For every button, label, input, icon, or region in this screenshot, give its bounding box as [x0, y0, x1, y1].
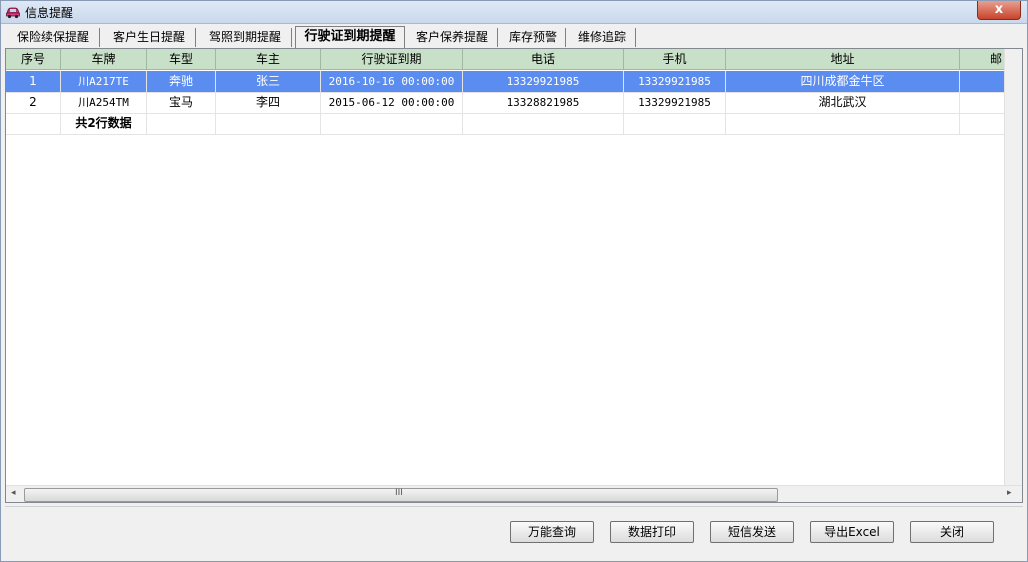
car-icon — [6, 7, 20, 19]
cell-address: 湖北武汉 — [726, 92, 960, 113]
tab-insurance-renewal[interactable]: 保险续保提醒 — [7, 28, 100, 47]
cell-address: 四川成都金牛区 — [726, 71, 960, 92]
export-excel-button[interactable]: 导出Excel — [810, 521, 894, 543]
col-header-address[interactable]: 地址 — [726, 49, 960, 69]
tab-customer-maintenance[interactable]: 客户保养提醒 — [407, 28, 498, 47]
cell-index: 1 — [6, 71, 61, 92]
row-count-summary: 共2行数据 — [61, 113, 147, 134]
tab-inventory-alert[interactable]: 库存预警 — [501, 28, 566, 47]
vertical-scrollbar[interactable] — [1004, 49, 1022, 485]
cell-plate: 川A254TM — [61, 92, 147, 113]
cell-empty — [321, 113, 463, 134]
cell-empty — [463, 113, 624, 134]
main-window: 信息提醒 x 保险续保提醒 客户生日提醒 驾照到期提醒 行驶证到期提醒 客户保养… — [0, 0, 1028, 562]
send-sms-button[interactable]: 短信发送 — [710, 521, 794, 543]
cell-postcode — [960, 71, 1005, 92]
cell-empty — [624, 113, 726, 134]
data-grid: 序号 车牌 车型 车主 行驶证到期 电话 手机 地址 邮 1 川A217TE 奔… — [5, 48, 1023, 503]
summary-row: 共2行数据 — [6, 113, 1022, 135]
close-button[interactable]: 关闭 — [910, 521, 994, 543]
cell-model: 宝马 — [147, 92, 216, 113]
cell-expiry: 2016-10-16 00:00:00 — [321, 71, 463, 92]
col-header-postcode[interactable]: 邮 — [960, 49, 1005, 69]
universal-query-button[interactable]: 万能查询 — [510, 521, 594, 543]
tab-license-expiry[interactable]: 驾照到期提醒 — [199, 28, 292, 47]
cell-empty — [960, 113, 1005, 134]
grid-header: 序号 车牌 车型 车主 行驶证到期 电话 手机 地址 邮 — [6, 49, 1022, 70]
cell-owner: 张三 — [216, 71, 321, 92]
col-header-mobile[interactable]: 手机 — [624, 49, 726, 69]
tab-bar: 保险续保提醒 客户生日提醒 驾照到期提醒 行驶证到期提醒 客户保养提醒 库存预警… — [5, 26, 1023, 48]
horizontal-scroll-thumb[interactable]: III — [24, 488, 778, 502]
tab-vehicle-license-expiry[interactable]: 行驶证到期提醒 — [295, 26, 405, 48]
cell-owner: 李四 — [216, 92, 321, 113]
close-window-button[interactable]: x — [977, 1, 1021, 20]
scroll-grip-icon: III — [395, 488, 403, 498]
print-data-button[interactable]: 数据打印 — [610, 521, 694, 543]
cell-phone: 13329921985 — [463, 71, 624, 92]
table-row[interactable]: 2 川A254TM 宝马 李四 2015-06-12 00:00:00 1332… — [6, 92, 1022, 114]
cell-mobile: 13329921985 — [624, 71, 726, 92]
cell-index: 2 — [6, 92, 61, 113]
cell-empty — [147, 113, 216, 134]
cell-empty — [726, 113, 960, 134]
col-header-index[interactable]: 序号 — [6, 49, 61, 69]
tab-repair-tracking[interactable]: 维修追踪 — [569, 28, 636, 47]
table-row[interactable]: 1 川A217TE 奔驰 张三 2016-10-16 00:00:00 1332… — [6, 71, 1022, 93]
scroll-right-arrow-icon[interactable]: ▸ — [1007, 488, 1012, 498]
cell-plate: 川A217TE — [61, 71, 147, 92]
col-header-model[interactable]: 车型 — [147, 49, 216, 69]
cell-empty — [216, 113, 321, 134]
cell-expiry: 2015-06-12 00:00:00 — [321, 92, 463, 113]
tab-customer-birthday[interactable]: 客户生日提醒 — [103, 28, 196, 47]
cell-phone: 13328821985 — [463, 92, 624, 113]
cell-model: 奔驰 — [147, 71, 216, 92]
col-header-phone[interactable]: 电话 — [463, 49, 624, 69]
scroll-left-arrow-icon[interactable]: ◂ — [11, 488, 16, 498]
cell-mobile: 13329921985 — [624, 92, 726, 113]
col-header-plate[interactable]: 车牌 — [61, 49, 147, 69]
col-header-owner[interactable]: 车主 — [216, 49, 321, 69]
horizontal-scrollbar[interactable]: ◂ III ▸ — [6, 485, 1022, 502]
cell-empty — [6, 113, 61, 134]
window-title: 信息提醒 — [25, 6, 74, 20]
title-bar: 信息提醒 x — [1, 1, 1027, 24]
col-header-expiry[interactable]: 行驶证到期 — [321, 49, 463, 69]
cell-postcode — [960, 92, 1005, 113]
